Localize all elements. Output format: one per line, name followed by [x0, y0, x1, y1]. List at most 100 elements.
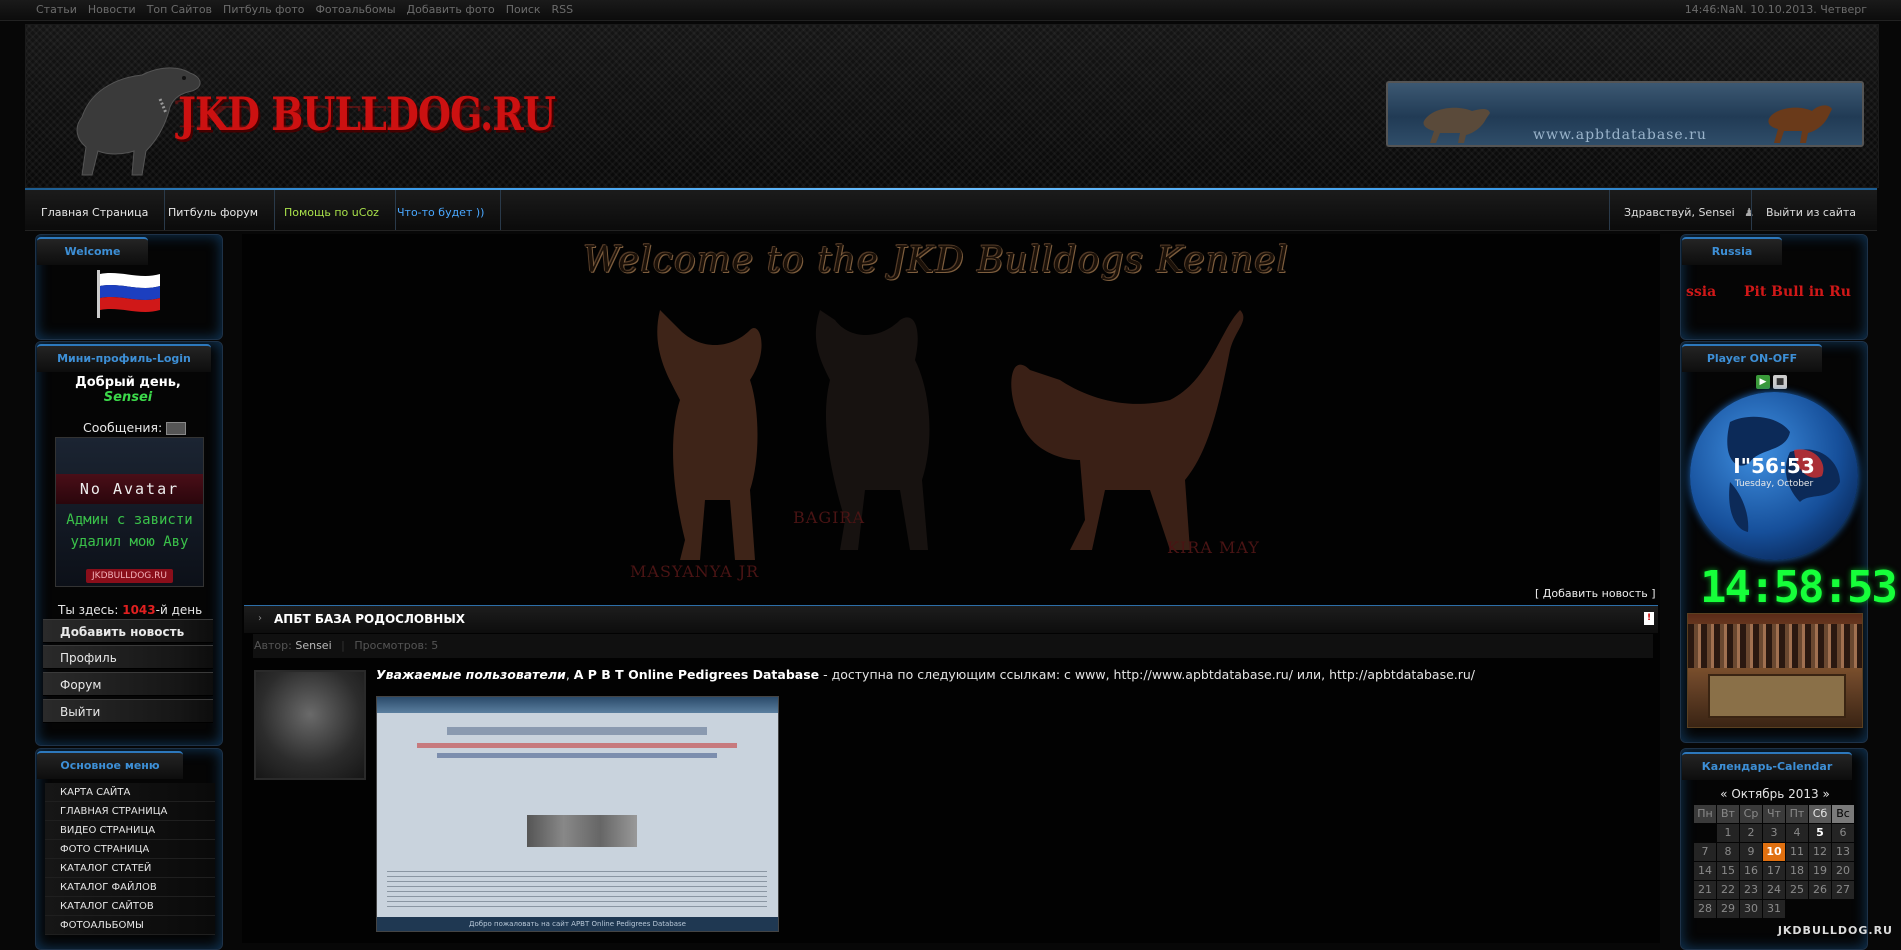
calendar-day[interactable]: 22 [1717, 881, 1739, 899]
calendar-day[interactable]: 26 [1809, 881, 1831, 899]
top-nav-news[interactable]: Новости [88, 3, 136, 16]
calendar-day[interactable]: 9 [1740, 843, 1762, 861]
news-thumbnail[interactable] [254, 670, 366, 780]
globe-clock: I"56:53 Tuesday, October [1690, 392, 1858, 560]
news-title[interactable]: АПБТ БАЗА РОДОСЛОВНЫХ [274, 612, 465, 626]
calendar-day[interactable]: 1 [1717, 824, 1739, 842]
nav-greeting[interactable]: Здравствуй, Sensei ♟ [1609, 190, 1768, 230]
profile-menu-forum[interactable]: Форум [43, 672, 213, 696]
main-menu-articles[interactable]: КАТАЛОГ СТАТЕЙ [45, 859, 215, 878]
calendar-day[interactable]: 18 [1786, 862, 1808, 880]
main-menu-sites[interactable]: КАТАЛОГ САЙТОВ [45, 897, 215, 916]
calendar-day[interactable]: 3 [1763, 824, 1785, 842]
calendar-day[interactable]: 19 [1809, 862, 1831, 880]
russia-flag-icon [97, 270, 160, 318]
calendar-header: Календарь-Calendar [1682, 752, 1852, 780]
banner-url: www.apbtdatabase.ru [1533, 127, 1707, 143]
main-menu-albums[interactable]: ФОТОАЛЬБОМЫ [45, 916, 215, 935]
envelope-icon [166, 422, 187, 435]
calendar-day[interactable]: 17 [1763, 862, 1785, 880]
calendar-day[interactable]: 6 [1832, 824, 1854, 842]
main-menu-video[interactable]: ВИДЕО СТРАНИЦА [45, 821, 215, 840]
edit-marker-icon[interactable]: ! [1644, 612, 1654, 625]
player-header: Player ON-OFF [1682, 344, 1822, 372]
main-menu-home[interactable]: ГЛАВНАЯ СТРАНИЦА [45, 802, 215, 821]
calendar-day[interactable]: 31 [1763, 900, 1785, 918]
profile-menu-profile[interactable]: Профиль [43, 645, 213, 669]
screenshot-photo-strip [527, 815, 637, 847]
top-nav-albums[interactable]: Фотоальбомы [315, 3, 395, 16]
avatar-title: No Avatar [56, 474, 203, 504]
profile-menu-add-news[interactable]: Добавить новость [43, 619, 213, 643]
calendar-day[interactable]: 27 [1832, 881, 1854, 899]
calendar-day[interactable]: 13 [1832, 843, 1854, 861]
main-menu-files[interactable]: КАТАЛОГ ФАЙЛОВ [45, 878, 215, 897]
screenshot-line [447, 727, 707, 735]
add-news-link[interactable]: [ Добавить новость ] [1535, 587, 1656, 600]
russia-header: Russia [1682, 237, 1782, 265]
nav-pitbull-forum[interactable]: Питбуль форум [152, 190, 276, 230]
calendar-day[interactable]: 11 [1786, 843, 1808, 861]
calendar-day[interactable]: 28 [1694, 900, 1716, 918]
calendar-day[interactable]: 14 [1694, 862, 1716, 880]
calendar-day[interactable]: 16 [1740, 862, 1762, 880]
nav-home[interactable]: Главная Страница [25, 190, 166, 230]
apbt-database-banner[interactable]: www.apbtdatabase.ru [1386, 81, 1864, 147]
play-icon[interactable]: ▶ [1756, 375, 1770, 389]
news-text: Уважаемые пользователи, A P B T Online P… [376, 667, 1476, 682]
nav-logout[interactable]: Выйти из сайта ⏻ [1751, 190, 1877, 265]
marquee-right: Pit Bull in Ru [1744, 284, 1851, 300]
calendar-weekday: Вс [1832, 805, 1854, 823]
messages-row[interactable]: Сообщения: [83, 420, 187, 435]
screenshot-topbar [377, 697, 778, 713]
calendar-day[interactable]: 15 [1717, 862, 1739, 880]
calendar-weekday: Пт [1786, 805, 1808, 823]
calendar-day[interactable]: 10 [1763, 843, 1785, 861]
author-name[interactable]: Sensei [295, 639, 331, 652]
top-nav-top-sites[interactable]: Топ Сайтов [147, 3, 212, 16]
views-count: 5 [431, 639, 439, 652]
dog-fight-painting [1687, 613, 1863, 728]
calendar-day[interactable]: 7 [1694, 843, 1716, 861]
nav-coming-soon[interactable]: Что-то будет )) [381, 190, 502, 230]
calendar-day[interactable]: 2 [1740, 824, 1762, 842]
database-screenshot[interactable]: Добро пожаловать на сайт APBT Online Ped… [376, 696, 779, 932]
footer-watermark: JKDBULLDOG.RU [1777, 924, 1893, 937]
dog-name-bagira: BAGIRA [793, 508, 866, 527]
main-menu-header: Основное меню [37, 751, 183, 779]
welcome-title: Welcome to the JKD Bulldogs Kennel [583, 240, 1289, 281]
calendar-day[interactable]: 8 [1717, 843, 1739, 861]
calendar-weekday: Чт [1763, 805, 1785, 823]
stop-icon[interactable]: ■ [1773, 375, 1787, 389]
good-day-text: Добрый день, [75, 375, 181, 390]
calendar-day[interactable]: 5 [1809, 824, 1831, 842]
calendar-day[interactable]: 21 [1694, 881, 1716, 899]
calendar-day[interactable]: 24 [1763, 881, 1785, 899]
top-nav-search[interactable]: Поиск [506, 3, 541, 16]
calendar-day[interactable]: 30 [1740, 900, 1762, 918]
calendar-day[interactable]: 25 [1786, 881, 1808, 899]
top-nav-articles[interactable]: Статьи [36, 3, 77, 16]
site-header: JKD BULLDOG.RU JKD BULLDOG.RU www.apbtda… [25, 24, 1879, 188]
avatar-line-2: удалил мою Аву [70, 534, 189, 550]
main-menu-sitemap[interactable]: КАРТА САЙТА [45, 783, 215, 802]
news-text-bold: A P B T Online Pedigrees Database [573, 667, 820, 682]
main-nav: Главная Страница Питбуль форум Помощь по… [25, 188, 1877, 265]
top-nav-rss[interactable]: RSS [552, 3, 574, 16]
calendar-day[interactable]: 29 [1717, 900, 1739, 918]
site-logo-reflection: JKD BULLDOG.RU [178, 99, 555, 133]
calendar-day[interactable]: 12 [1809, 843, 1831, 861]
calendar-month[interactable]: « Октябрь 2013 » [1694, 787, 1856, 801]
username-link[interactable]: Sensei [37, 390, 219, 405]
top-nav-add-photo[interactable]: Добавить фото [407, 3, 495, 16]
calendar-day[interactable]: 20 [1832, 862, 1854, 880]
main-menu-photo[interactable]: ФОТО СТРАНИЦА [45, 840, 215, 859]
nav-logout-text: Выйти из сайта [1766, 206, 1857, 219]
calendar-day[interactable]: 23 [1740, 881, 1762, 899]
no-avatar-image: No Avatar Админ с зависти удалил мою Аву… [55, 437, 204, 587]
top-nav-pitbull-photo[interactable]: Питбуль фото [223, 3, 304, 16]
calendar-day[interactable]: 4 [1786, 824, 1808, 842]
news-header: › АПБТ БАЗА РОДОСЛОВНЫХ ! [244, 605, 1658, 633]
nav-ucoz-help[interactable]: Помощь по uCoz [268, 190, 396, 230]
profile-menu-logout[interactable]: Выйти [43, 699, 213, 723]
